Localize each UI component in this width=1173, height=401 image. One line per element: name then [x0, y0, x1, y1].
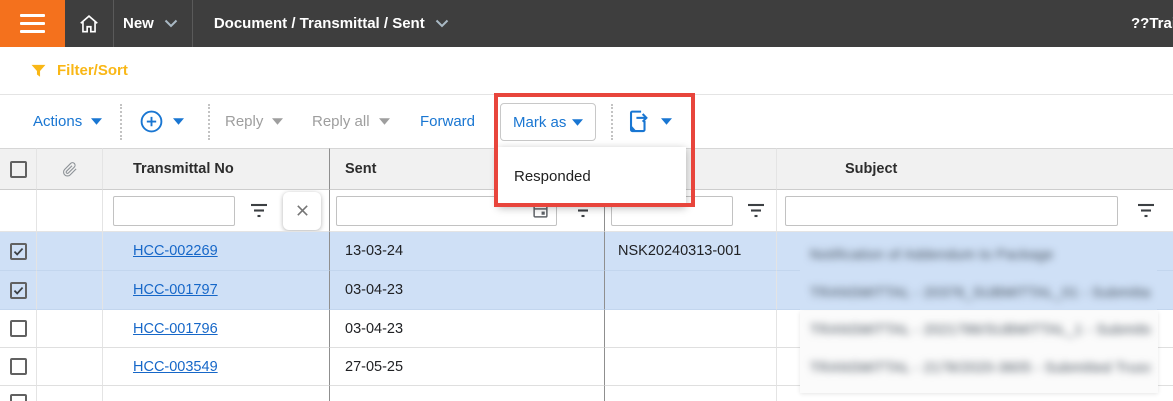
menu-item-responded[interactable]: Responded [498, 147, 686, 206]
toolbar-divider [120, 104, 122, 140]
toolbar-divider [611, 104, 613, 140]
column-header-sent[interactable]: Sent [345, 161, 376, 177]
filter-lines-icon[interactable] [1136, 203, 1156, 218]
subject-cell-blurred: TRANSMITTAL - 2021786/SUBMITTAL_1 - Subm… [810, 321, 1150, 337]
clear-filter-icon [295, 203, 310, 218]
subject-redacted-overlay: TRANSMITTAL - 2021786/SUBMITTAL_1 - Subm… [800, 311, 1158, 393]
chevron-down-icon[interactable] [164, 19, 178, 28]
filter-lines-icon[interactable] [746, 203, 766, 218]
sent-date: 13-03-24 [345, 243, 403, 259]
transmittal-no-filter-input[interactable] [113, 196, 235, 226]
add-circle-icon [139, 109, 164, 134]
reply-button[interactable]: Reply [225, 95, 283, 148]
chevron-down-icon [173, 118, 184, 125]
reply-all-button[interactable]: Reply all [312, 95, 390, 148]
reference-value: NSK20240313-001 [618, 243, 741, 259]
row-checkbox-checked[interactable] [10, 282, 27, 299]
mark-as-button[interactable]: Mark as [500, 103, 596, 141]
filter-sort-link[interactable]: Filter/Sort [57, 62, 128, 79]
filter-sort-bar: Filter/Sort [0, 47, 1173, 95]
transmittal-link[interactable]: HCC-003549 [133, 359, 218, 375]
topbar-divider [113, 0, 114, 47]
sent-date: 03-04-23 [345, 321, 403, 337]
transmittal-link[interactable]: HCC-001797 [133, 282, 218, 298]
transmittal-link[interactable]: HCC-001796 [133, 321, 218, 337]
hamburger-menu-icon[interactable] [0, 0, 65, 47]
chevron-down-icon [272, 118, 283, 125]
subject-filter-input[interactable] [785, 196, 1118, 226]
forward-document-icon [625, 108, 652, 135]
chevron-down-icon [661, 118, 672, 125]
sent-date: 27-05-25 [345, 359, 403, 375]
new-menu[interactable]: New [123, 15, 154, 32]
paperclip-icon [61, 160, 79, 179]
sent-date: 03-04-23 [345, 282, 403, 298]
subject-cell-blurred: TRANSMITTAL - 2178/2020-3605 - Submitted… [810, 359, 1150, 375]
column-header-subject[interactable]: Subject [845, 161, 897, 177]
create-button[interactable] [139, 95, 184, 148]
app-window: New Document / Transmittal / Sent ??Trai… [0, 0, 1173, 401]
select-all-checkbox[interactable] [10, 161, 27, 178]
filter-lines-icon[interactable] [249, 203, 269, 218]
project-name-truncated: ??Train [1131, 0, 1173, 47]
filter-funnel-icon [30, 63, 47, 79]
row-checkbox[interactable] [10, 320, 27, 337]
transmittal-link[interactable]: HCC-002269 [133, 243, 218, 259]
toolbar-divider [208, 104, 210, 140]
subject-cell-blurred: TRANSMITTAL - 20376_SUBMITTAL_01 - Submi… [810, 284, 1150, 300]
topbar-divider [192, 0, 193, 47]
send-transmittal-button[interactable] [625, 95, 672, 148]
chevron-down-icon[interactable] [435, 19, 449, 28]
forward-button[interactable]: Forward [420, 95, 475, 148]
home-icon-glyph [78, 13, 100, 35]
home-icon[interactable] [65, 0, 113, 47]
top-navigation-bar: New Document / Transmittal / Sent ??Trai… [0, 0, 1173, 47]
subject-cell-blurred: Notification of Addendum to Package [810, 246, 1054, 262]
chevron-down-icon [379, 118, 390, 125]
actions-button[interactable]: Actions [33, 95, 102, 148]
mark-as-dropdown-menu: Responded [498, 147, 686, 206]
subject-redacted-overlay-selected: Notification of Addendum to Package TRAN… [800, 240, 1157, 310]
row-checkbox-checked[interactable] [10, 243, 27, 260]
row-checkbox[interactable] [10, 358, 27, 375]
breadcrumb[interactable]: Document / Transmittal / Sent [214, 15, 425, 32]
clear-filter-button[interactable] [283, 192, 321, 230]
row-checkbox[interactable] [10, 394, 27, 401]
chevron-down-icon [91, 118, 102, 125]
column-header-transmittal-no[interactable]: Transmittal No [133, 161, 234, 177]
chevron-down-icon [572, 119, 583, 126]
